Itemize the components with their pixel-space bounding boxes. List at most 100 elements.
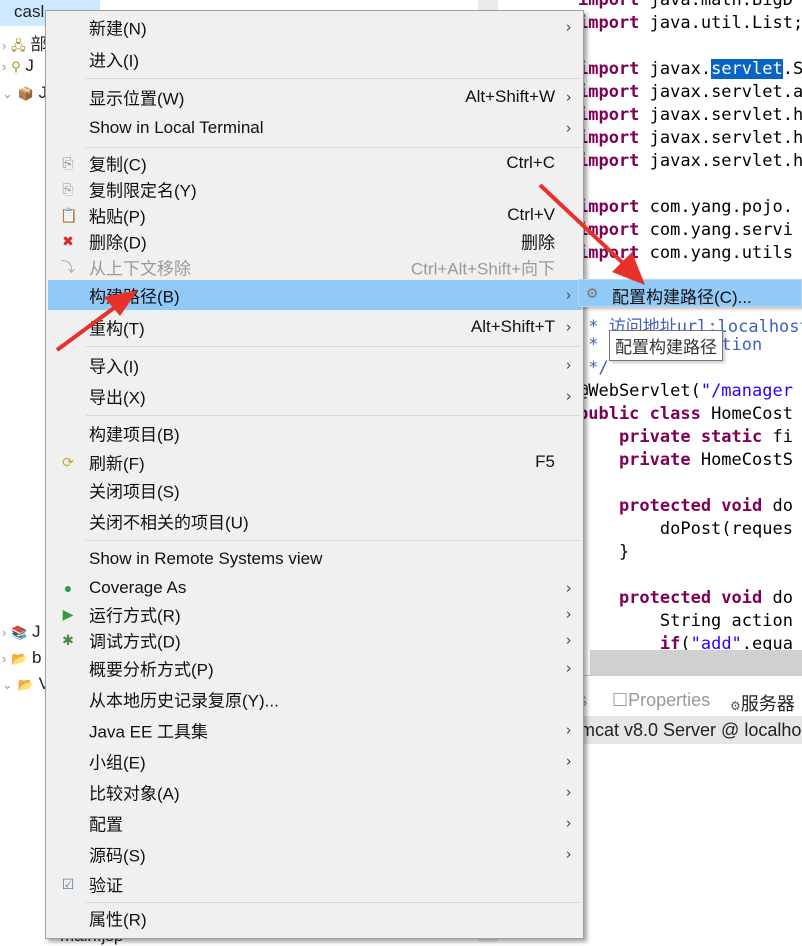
code-token: "/manager xyxy=(700,381,793,401)
menu-item-29[interactable]: 属性(R) xyxy=(48,905,581,931)
menu-item-21[interactable]: 概要分析方式(P) › xyxy=(48,655,581,681)
server-row[interactable]: mcat v8.0 Server @ localhost xyxy=(580,716,802,744)
menu-item-8: ⤵ 从上下文移除 Ctrl+Alt+Shift+向下 xyxy=(48,254,581,280)
submenu-arrow-icon: › xyxy=(566,814,571,832)
menu-item-18[interactable]: ● Coverage As › xyxy=(48,575,581,601)
tree-item[interactable]: › 📂 b xyxy=(2,648,41,668)
code-token: import xyxy=(578,0,650,10)
debug-icon: ✱ xyxy=(62,632,74,648)
code-token: java.util.List; xyxy=(649,13,802,33)
menu-item-23[interactable]: Java EE 工具集 › xyxy=(48,717,581,743)
code-token: protected void xyxy=(578,496,773,516)
tree-node-icon: 📂 xyxy=(11,651,28,666)
menu-item-3[interactable]: Show in Local Terminal › xyxy=(48,115,581,141)
submenu-arrow-icon: › xyxy=(566,845,571,863)
expand-chevron-icon[interactable]: ⌄ xyxy=(2,86,13,101)
code-line: } xyxy=(578,542,629,562)
submenu-arrow-icon: › xyxy=(566,119,571,137)
expand-chevron-icon[interactable]: › xyxy=(2,59,6,74)
expand-chevron-icon[interactable]: › xyxy=(2,651,6,666)
menu-item-6[interactable]: 📋 粘贴(P) Ctrl+V xyxy=(48,202,581,228)
code-line: doPost(reques xyxy=(578,519,793,539)
submenu-configure-build-path[interactable]: ⚙ 配置构建路径(C)... xyxy=(578,279,802,307)
menu-item-22[interactable]: 从本地历史记录复原(Y)... xyxy=(48,686,581,712)
build-path-icon: ⚙ xyxy=(585,285,599,301)
menu-item-15[interactable]: 关闭项目(S) xyxy=(48,477,581,503)
horizontal-scrollbar[interactable] xyxy=(590,650,802,675)
submenu-arrow-icon: › xyxy=(566,605,571,623)
menu-item-17[interactable]: Show in Remote Systems view xyxy=(48,546,581,572)
submenu-arrow-icon: › xyxy=(566,721,571,739)
code-line: import java.util.List; xyxy=(578,13,802,33)
menu-item-24[interactable]: 小组(E) › xyxy=(48,748,581,774)
menu-item-label: 调试方式(D) xyxy=(89,632,181,652)
remove-context-icon: ⤵ xyxy=(61,259,75,275)
menu-item-shortcut: Ctrl+V xyxy=(507,205,555,224)
code-token: String action xyxy=(578,611,793,631)
code-token: servlet xyxy=(711,59,783,79)
menu-item-1[interactable]: 进入(I) xyxy=(48,46,581,72)
menu-item-27[interactable]: 源码(S) › xyxy=(48,841,581,867)
menu-item-label: 小组(E) xyxy=(89,753,146,773)
tree-item[interactable]: › 📚 J xyxy=(2,622,41,642)
code-token: protected void xyxy=(578,588,773,608)
tree-item[interactable]: ⌄ 📦 J xyxy=(2,83,47,103)
code-token: @WebServlet( xyxy=(578,381,701,401)
tree-node-icon: 📦 xyxy=(17,86,34,101)
tree-node-icon: 📂 xyxy=(17,677,34,692)
project-label: casl xyxy=(14,2,45,21)
menu-item-2[interactable]: 显示位置(W) Alt+Shift+W › xyxy=(48,84,581,110)
menu-separator xyxy=(86,415,580,416)
code-token: import xyxy=(578,243,650,263)
tree-item[interactable]: › 🖧 部 xyxy=(2,30,47,59)
code-token: do xyxy=(772,588,793,608)
menu-item-7[interactable]: ✖ 删除(D) 删除 xyxy=(48,228,581,254)
menu-item-28[interactable]: ☑ 验证 xyxy=(48,871,581,897)
expand-chevron-icon[interactable]: ⌄ xyxy=(2,677,13,692)
code-line: public class HomeCost xyxy=(578,404,793,424)
code-token: com.yang.utils xyxy=(649,243,793,263)
menu-item-label: 构建路径(B) xyxy=(89,287,180,307)
menu-item-label: 属性(R) xyxy=(89,910,147,930)
menu-item-11[interactable]: 导入(I) › xyxy=(48,352,581,378)
code-token: import xyxy=(578,197,650,217)
code-token: do xyxy=(772,496,793,516)
expand-chevron-icon[interactable]: › xyxy=(2,625,6,640)
menu-item-20[interactable]: ✱ 调试方式(D) › xyxy=(48,627,581,653)
menu-item-26[interactable]: 配置 › xyxy=(48,810,581,836)
tab-servers[interactable]: ⚙服务器 xyxy=(730,690,795,716)
tree-node-icon: 🖧 xyxy=(11,38,26,53)
tab-properties[interactable]: ☐Properties xyxy=(612,690,710,711)
menu-item-label: 关闭项目(S) xyxy=(89,482,180,502)
tree-item[interactable]: ⌄ 📂 V xyxy=(2,674,50,694)
submenu-arrow-icon: › xyxy=(566,631,571,649)
menu-item-4[interactable]: ⎘ 复制(C) Ctrl+C xyxy=(48,150,581,176)
code-token: } xyxy=(578,542,630,562)
menu-item-14[interactable]: ⟳ 刷新(F) F5 xyxy=(48,449,581,475)
code-token: HomeCost xyxy=(711,404,793,424)
expand-chevron-icon[interactable]: › xyxy=(2,38,6,53)
code-line: protected void do xyxy=(578,496,793,516)
menu-item-9[interactable]: 构建路径(B) › xyxy=(48,280,581,310)
code-token: com.yang.servi xyxy=(649,220,793,240)
copy-icon: ⎘ xyxy=(62,155,74,171)
code-token: import xyxy=(578,13,650,33)
submenu-arrow-icon: › xyxy=(566,752,571,770)
code-token: javax.servlet.h xyxy=(649,128,802,148)
delete-icon: ✖ xyxy=(62,233,74,249)
menu-item-label: 新建(N) xyxy=(89,19,147,39)
menu-item-19[interactable]: ▶ 运行方式(R) › xyxy=(48,601,581,627)
tree-item-label: J xyxy=(25,56,34,75)
menu-item-label: Show in Remote Systems view xyxy=(89,549,323,568)
code-token: import xyxy=(578,59,650,79)
menu-item-5[interactable]: ⎘ 复制限定名(Y) xyxy=(48,176,581,202)
menu-item-label: 删除(D) xyxy=(89,233,147,253)
menu-item-13[interactable]: 构建项目(B) xyxy=(48,420,581,446)
menu-item-10[interactable]: 重构(T) Alt+Shift+T › xyxy=(48,314,581,340)
servers-icon: ⚙ xyxy=(730,699,741,713)
menu-item-16[interactable]: 关闭不相关的项目(U) xyxy=(48,508,581,534)
menu-item-25[interactable]: 比较对象(A) › xyxy=(48,779,581,805)
tree-item[interactable]: › ⚲ J xyxy=(2,56,34,76)
menu-item-0[interactable]: 新建(N) › xyxy=(48,14,581,40)
menu-item-12[interactable]: 导出(X) › xyxy=(48,383,581,409)
